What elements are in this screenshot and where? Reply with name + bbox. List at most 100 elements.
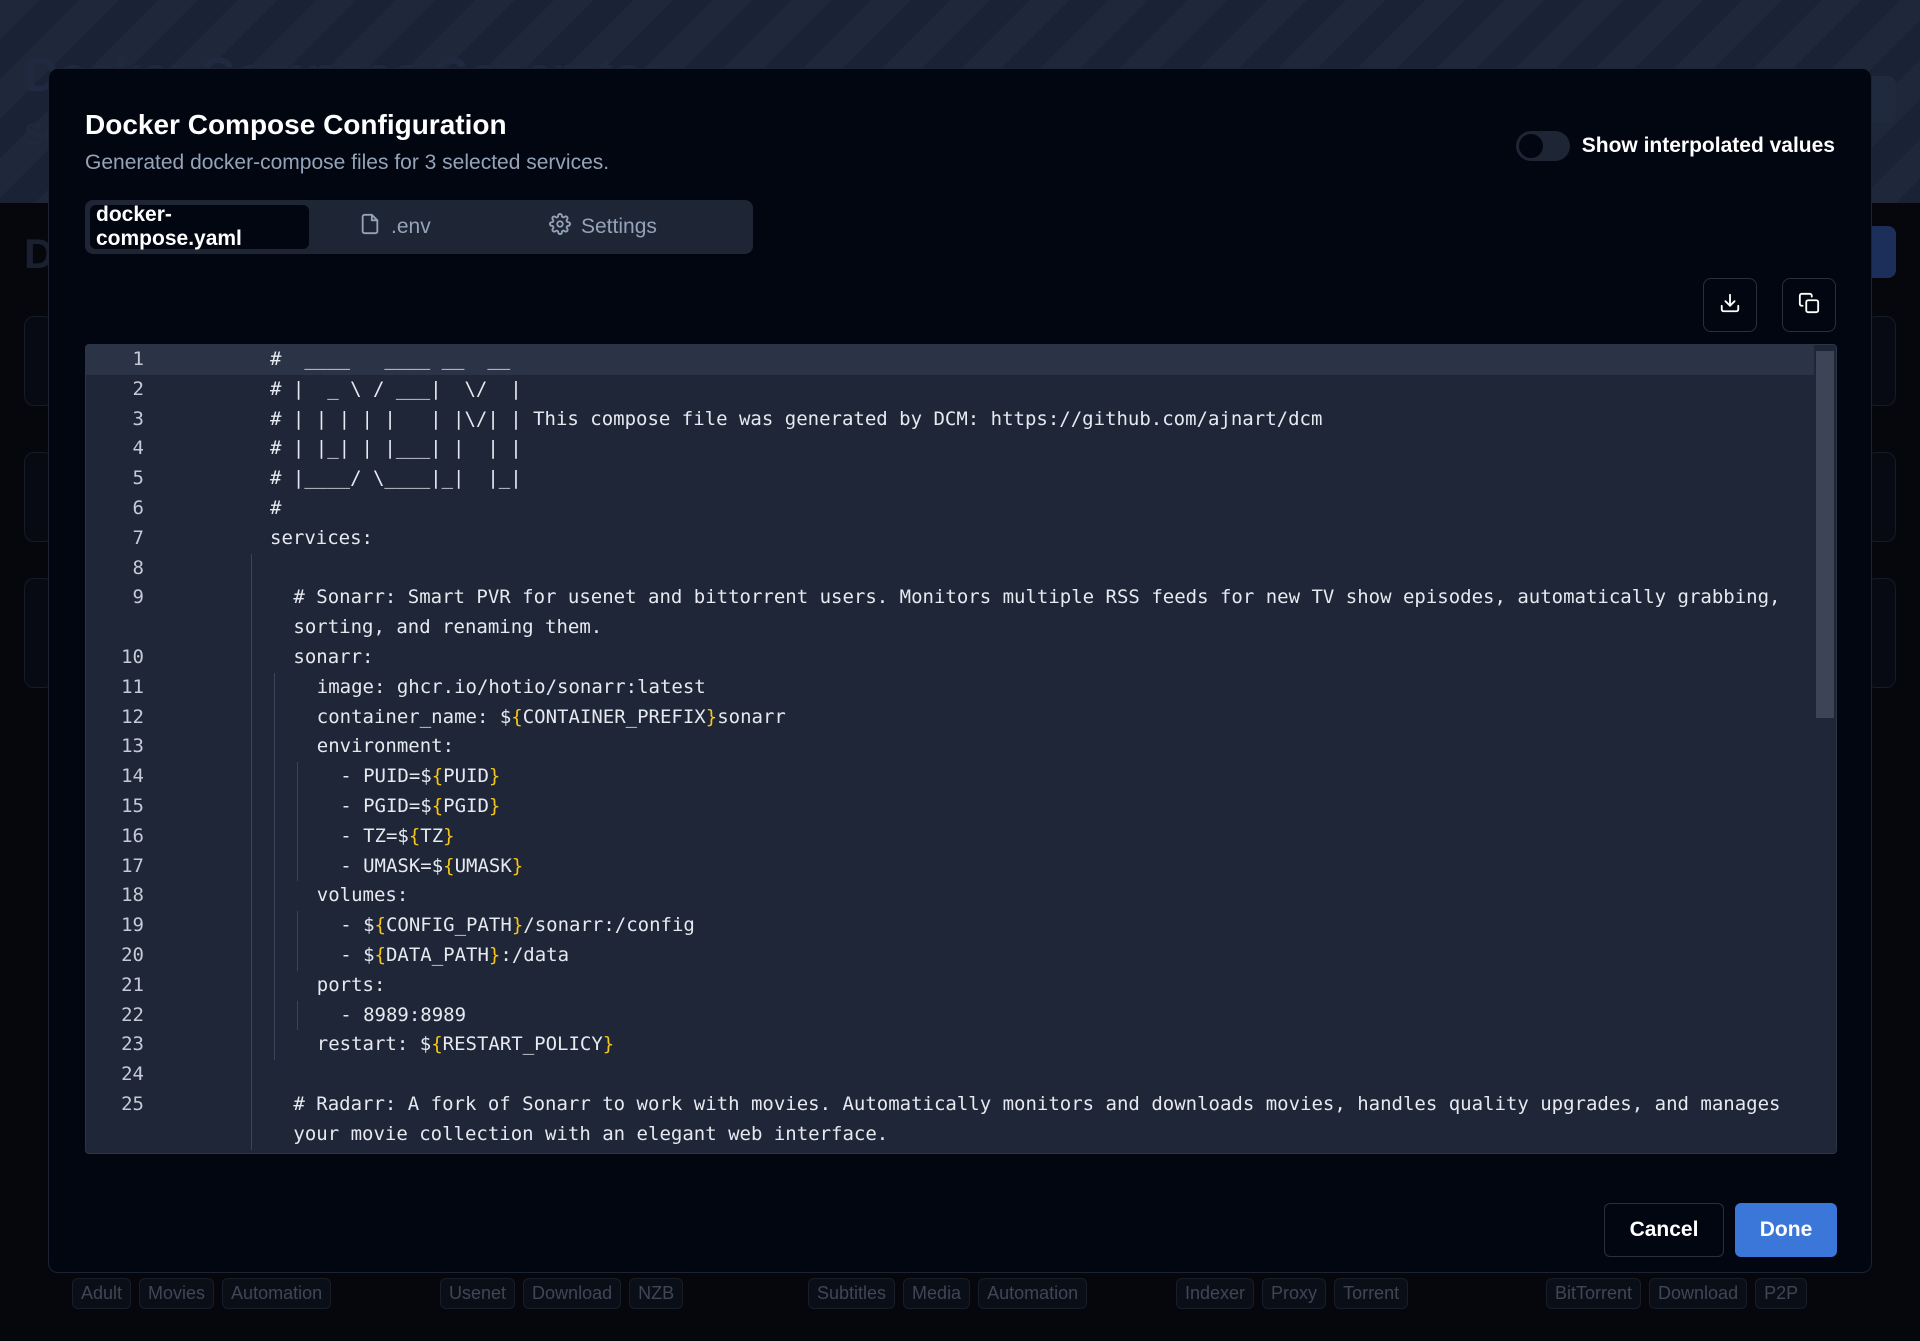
brace-token: }	[511, 914, 524, 937]
tab-docker-compose[interactable]: docker-compose.yaml	[90, 203, 309, 250]
background-tag-group: Adult Movies Automation	[72, 1278, 332, 1309]
line-number: 15	[121, 794, 144, 817]
editor-scrollbar[interactable]	[1814, 345, 1836, 1153]
code-editor[interactable]: 1 # ____ ____ __ __ 2 # | _ \ / ___| \/ | 3 #…	[85, 344, 1837, 1154]
background-tag-group: Indexer Proxy Torrent	[1176, 1278, 1409, 1309]
code-line: 16 - TZ=${TZ}	[86, 821, 1836, 852]
line-number: 8	[132, 556, 144, 579]
tab-settings[interactable]: Settings	[515, 205, 735, 249]
code-line: 24	[86, 1060, 1836, 1090]
line-number: 14	[121, 765, 144, 788]
code-line: 6 #	[86, 494, 1836, 524]
line-number: 17	[121, 854, 144, 877]
toggle-switch[interactable]	[1515, 131, 1570, 161]
background-tag: BitTorrent	[1546, 1278, 1642, 1309]
background-tag: P2P	[1755, 1278, 1808, 1309]
copy-button[interactable]	[1782, 278, 1836, 332]
code-line: 9 # Sonarr: Smart PVR for usenet and bitt…	[86, 583, 1836, 643]
code-text: # | _ \ / ___| \/ |	[270, 377, 522, 400]
indent-guide	[250, 672, 252, 703]
indent-guide	[250, 732, 252, 763]
code-content[interactable]: 1 # ____ ____ __ __ 2 # | _ \ / ___| \/ | 3 #…	[86, 345, 1836, 1150]
scrollbar-thumb[interactable]	[1816, 351, 1834, 718]
toggle-knob	[1518, 134, 1543, 158]
indent-guide	[274, 851, 275, 882]
done-button[interactable]: Done	[1735, 1203, 1837, 1257]
indent-guide	[250, 583, 252, 643]
code-text: # | |_| | |___| | | |	[270, 437, 522, 460]
brace-token: {	[431, 1033, 443, 1056]
indent-guide	[274, 791, 275, 822]
code-line: 22 - 8989:8989	[86, 1000, 1836, 1031]
code-text: # | | | | | | |\/| | This compose file w…	[270, 407, 1323, 430]
line-number: 22	[121, 1003, 144, 1026]
line-number: 5	[132, 467, 144, 490]
background-tag: Automation	[222, 1278, 332, 1309]
background-tag: Media	[903, 1278, 971, 1309]
indent-guide	[250, 911, 252, 941]
line-number: 23	[121, 1033, 144, 1056]
indent-guide	[297, 940, 299, 971]
background-tag: Usenet	[440, 1278, 516, 1309]
code-text: # Sonarr: Smart PVR for usenet and bitto…	[293, 586, 1792, 639]
indent-guide	[250, 1000, 252, 1031]
line-number: 11	[121, 675, 144, 698]
indent-guide	[250, 1030, 252, 1061]
code-line: 20 - ${DATA_PATH}:/data	[86, 940, 1836, 971]
indent-guide	[274, 881, 275, 912]
indent-guide	[297, 1000, 299, 1031]
brace-token: }	[602, 1033, 615, 1056]
code-text: - TZ=${TZ}	[340, 824, 455, 847]
indent-guide	[250, 791, 252, 822]
indent-guide	[274, 911, 275, 941]
indent-guide	[250, 762, 252, 792]
line-number: 3	[132, 407, 144, 430]
cancel-button[interactable]: Cancel	[1604, 1203, 1724, 1257]
tab-label: Settings	[581, 215, 657, 238]
line-number: 9	[132, 586, 144, 609]
code-line: 15 - PGID=${PGID}	[86, 791, 1836, 822]
background-tag: Download	[523, 1278, 622, 1309]
download-button[interactable]	[1703, 278, 1757, 332]
code-line: 19 - ${CONFIG_PATH}/sonarr:/config	[86, 911, 1836, 941]
brace-token: }	[443, 824, 455, 847]
brace-token: }	[488, 765, 501, 788]
background-tag: NZB	[629, 1278, 684, 1309]
interpolated-values-toggle[interactable]: Show interpolated values	[1515, 131, 1835, 161]
code-line: 5 # |____/ \____|_| |_|	[86, 464, 1836, 494]
line-number: 10	[121, 645, 144, 668]
indent-guide	[250, 970, 252, 1001]
code-line: 4 # | |_| | |___| | | |	[86, 434, 1836, 464]
brace-token: {	[511, 705, 523, 728]
brace-token: {	[374, 943, 386, 966]
line-number: 6	[132, 496, 144, 519]
indent-guide	[250, 1089, 252, 1150]
line-number: 2	[132, 377, 144, 400]
compose-config-dialog: Docker Compose Configuration Generated d…	[48, 68, 1872, 1273]
code-text: sonarr:	[293, 645, 374, 668]
indent-guide	[274, 1000, 275, 1031]
brace-token: {	[443, 854, 455, 877]
indent-guide	[250, 881, 252, 912]
indent-guide	[274, 940, 275, 971]
line-number: 25	[121, 1092, 144, 1115]
indent-guide	[274, 702, 275, 733]
code-text: - PUID=${PUID}	[340, 765, 501, 788]
code-text: - ${DATA_PATH}:/data	[340, 943, 570, 966]
code-text: #	[270, 496, 282, 519]
dialog-description: Generated docker-compose files for 3 sel…	[85, 151, 610, 174]
indent-guide	[250, 940, 252, 971]
brace-token: {	[431, 794, 444, 817]
download-icon	[1719, 292, 1741, 319]
line-number: 21	[121, 973, 144, 996]
brace-token: {	[408, 824, 421, 847]
code-text: - ${CONFIG_PATH}/sonarr:/config	[340, 914, 695, 937]
code-text: image: ghcr.io/hotio/sonarr:latest	[316, 675, 706, 698]
code-text: # Radarr: A fork of Sonarr to work with …	[293, 1092, 1792, 1145]
tab-env[interactable]: .env	[309, 205, 515, 249]
code-text: container_name: ${CONTAINER_PREFIX}sonar…	[316, 705, 786, 728]
code-line: 14 - PUID=${PUID}	[86, 762, 1836, 792]
code-text: - 8989:8989	[340, 1003, 467, 1026]
brace-token: }	[511, 854, 524, 877]
